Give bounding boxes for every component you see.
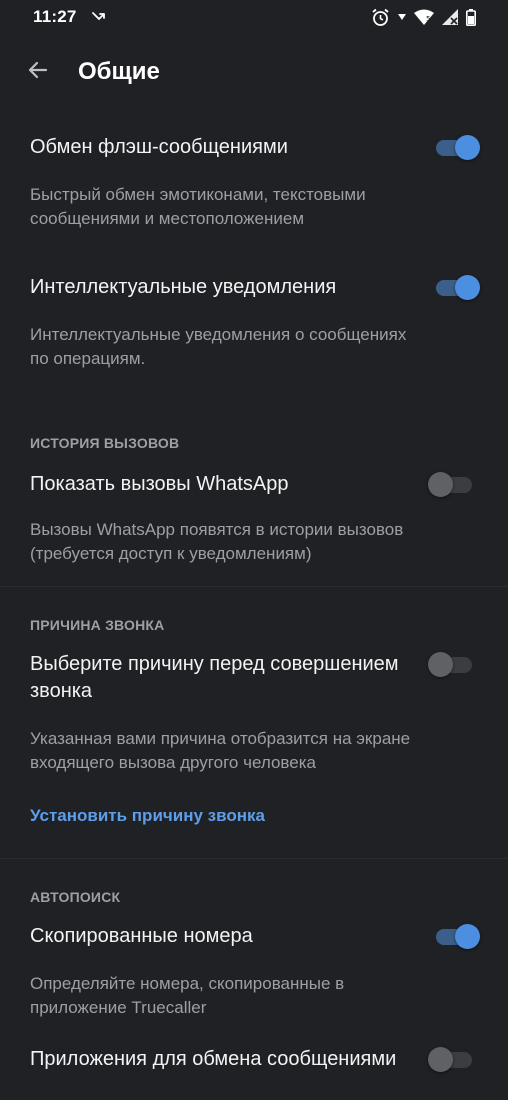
setting-description: Быстрый обмен эмотиконами, текстовыми со…: [30, 185, 366, 228]
divider: [0, 858, 508, 859]
status-right: 5: [371, 8, 476, 27]
alarm-icon: [371, 8, 390, 27]
toggle-knob: [428, 652, 453, 677]
setting-show-whatsapp-calls[interactable]: Показать вызовы WhatsApp Вызовы WhatsApp…: [0, 471, 508, 566]
wifi-icon: 5: [414, 9, 434, 25]
messaging-apps-toggle[interactable]: [428, 1047, 472, 1072]
setting-title: Приложения для обмена сообщениями: [30, 1048, 397, 1070]
status-time: 11:27: [33, 7, 77, 26]
setting-description: Интеллектуальные уведомления о сообщения…: [30, 325, 407, 368]
flash-messaging-toggle[interactable]: [436, 135, 480, 160]
toggle-knob: [455, 275, 480, 300]
copied-numbers-toggle[interactable]: [436, 924, 480, 949]
svg-text:5: 5: [426, 15, 430, 23]
setting-title: Выберите причину перед совершением звонк…: [30, 653, 399, 702]
arrow-back-icon: [26, 58, 50, 87]
toggle-knob: [428, 472, 453, 497]
setting-copied-numbers[interactable]: Скопированные номера Определяйте номера,…: [0, 923, 508, 1020]
data-arrow-icon: [398, 13, 406, 21]
divider: [0, 586, 508, 587]
app-bar: Общие: [0, 40, 508, 104]
back-button[interactable]: [18, 52, 58, 92]
toggle-knob: [455, 135, 480, 160]
set-call-reason-link[interactable]: Установить причину звонка: [0, 806, 508, 826]
call-reason-toggle[interactable]: [428, 652, 472, 677]
smart-notifications-toggle[interactable]: [436, 275, 480, 300]
show-whatsapp-calls-toggle[interactable]: [428, 472, 472, 497]
setting-title: Показать вызовы WhatsApp: [30, 473, 289, 495]
section-header-call-history: ИСТОРИЯ ВЫЗОВОВ: [30, 435, 180, 451]
toggle-knob: [428, 1047, 453, 1072]
section-header-call-reason: ПРИЧИНА ЗВОНКА: [30, 617, 165, 633]
status-bar: 11:27 5: [0, 0, 508, 34]
setting-call-reason[interactable]: Выберите причину перед совершением звонк…: [0, 651, 508, 775]
setting-title: Интеллектуальные уведомления: [30, 276, 337, 298]
toggle-knob: [455, 924, 480, 949]
page-title: Общие: [78, 58, 160, 85]
setting-smart-notifications[interactable]: Интеллектуальные уведомления Интеллектуа…: [0, 274, 508, 371]
battery-icon: [466, 8, 476, 26]
setting-description: Вызовы WhatsApp появятся в истории вызов…: [30, 520, 404, 563]
settings-list: Обмен флэш-сообщениями Быстрый обмен эмо…: [0, 118, 508, 1073]
setting-title: Скопированные номера: [30, 925, 253, 947]
missed-call-icon: [91, 10, 107, 24]
setting-description: Указанная вами причина отобразится на эк…: [30, 729, 411, 772]
section-header-autosearch: АВТОПОИСК: [30, 889, 121, 905]
setting-messaging-apps[interactable]: Приложения для обмена сообщениями: [0, 1046, 508, 1073]
signal-icon: [442, 9, 458, 25]
setting-description: Определяйте номера, скопированные в прил…: [30, 974, 345, 1017]
setting-flash-messaging[interactable]: Обмен флэш-сообщениями Быстрый обмен эмо…: [0, 134, 508, 231]
setting-title: Обмен флэш-сообщениями: [30, 136, 288, 158]
status-left: 11:27: [33, 7, 107, 27]
